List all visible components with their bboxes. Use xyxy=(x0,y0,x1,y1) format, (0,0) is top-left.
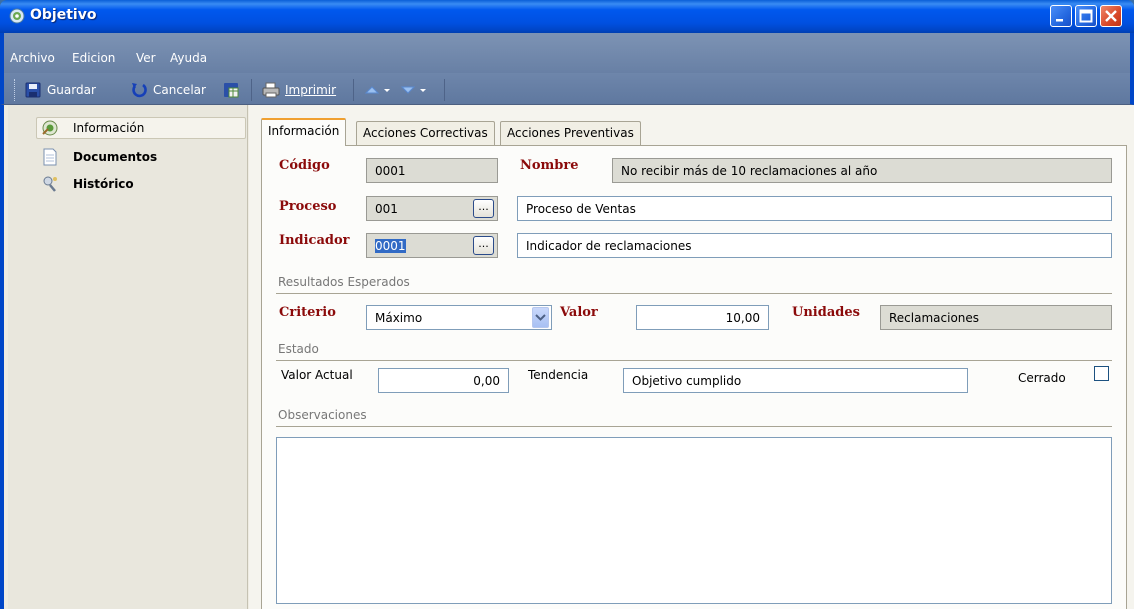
indicador-lookup-button[interactable]: ... xyxy=(473,236,494,255)
maximize-button[interactable] xyxy=(1075,5,1097,27)
tab-acciones-correctivas[interactable]: Acciones Correctivas xyxy=(356,121,495,145)
resultados-section-title: Resultados Esperados xyxy=(278,275,410,289)
navigate-up-button[interactable] xyxy=(364,80,394,100)
nombre-field[interactable]: No recibir más de 10 reclamaciones al añ… xyxy=(612,158,1112,183)
undo-icon xyxy=(132,83,147,98)
printer-icon xyxy=(262,82,280,98)
save-table-icon xyxy=(224,83,239,98)
info-icon xyxy=(42,120,58,136)
section-divider xyxy=(276,426,1112,427)
menu-edicion[interactable]: Edicion xyxy=(72,51,115,65)
criterio-label: Criterio xyxy=(279,305,336,320)
menu-ver[interactable]: Ver xyxy=(136,51,156,65)
indicador-name-field[interactable]: Indicador de reclamaciones xyxy=(517,233,1112,258)
save-icon xyxy=(25,82,41,98)
close-icon xyxy=(1105,10,1117,22)
document-icon xyxy=(43,148,57,166)
sidebar-item-label: Información xyxy=(73,121,145,135)
toolbar-separator xyxy=(251,79,252,101)
criterio-dropdown-button[interactable] xyxy=(532,307,549,328)
codigo-label: Código xyxy=(279,158,330,173)
menu-archivo[interactable]: Archivo xyxy=(10,51,55,65)
proceso-label: Proceso xyxy=(279,199,337,214)
client-area: Información Documentos Histórico Informa… xyxy=(0,105,1134,609)
selected-text: 0001 xyxy=(375,239,406,253)
sidebar: Información Documentos Histórico xyxy=(8,105,248,609)
tab-panel-informacion: Código 0001 Nombre No recibir más de 10 … xyxy=(261,145,1127,609)
cerrado-checkbox[interactable] xyxy=(1094,366,1109,381)
minimize-icon xyxy=(1056,19,1063,22)
observaciones-textarea[interactable] xyxy=(276,437,1112,604)
valor-label: Valor xyxy=(560,305,598,320)
maximize-icon xyxy=(1079,9,1093,23)
sidebar-item-label: Documentos xyxy=(73,150,158,164)
toolbar-grip[interactable] xyxy=(14,79,17,101)
sidebar-item-documentos[interactable]: Documentos xyxy=(41,146,157,168)
tendencia-field[interactable]: Objetivo cumplido xyxy=(623,368,968,393)
cancel-label: Cancelar xyxy=(153,83,206,97)
nombre-label: Nombre xyxy=(520,158,579,173)
valor-field[interactable]: 10,00 xyxy=(636,305,769,330)
unidades-field[interactable]: Reclamaciones xyxy=(880,305,1112,330)
title-bar[interactable]: Objetivo xyxy=(0,0,1134,33)
chevron-down-icon xyxy=(535,314,546,321)
save-label: Guardar xyxy=(47,83,96,97)
proceso-name-field[interactable]: Proceso de Ventas xyxy=(517,196,1112,221)
tendencia-label: Tendencia xyxy=(528,368,589,382)
sidebar-item-informacion[interactable]: Información xyxy=(36,117,246,139)
cancel-button[interactable]: Cancelar xyxy=(130,80,206,100)
window-title: Objetivo xyxy=(30,7,97,23)
unidades-label: Unidades xyxy=(792,305,860,320)
section-divider xyxy=(276,293,1112,294)
indicador-label: Indicador xyxy=(279,233,350,248)
valor-actual-label: Valor Actual xyxy=(281,368,353,382)
tab-informacion[interactable]: Información xyxy=(261,118,347,146)
print-button[interactable]: Imprimir xyxy=(262,80,336,100)
save-as-button[interactable] xyxy=(222,80,245,100)
save-button[interactable]: Guardar xyxy=(24,80,96,100)
criterio-select[interactable]: Máximo xyxy=(366,305,552,330)
toolbar-separator xyxy=(444,79,445,101)
minimize-button[interactable] xyxy=(1050,5,1072,27)
cerrado-label: Cerrado xyxy=(1018,371,1066,385)
toolbar-separator xyxy=(353,79,354,101)
sidebar-item-historico[interactable]: Histórico xyxy=(41,173,134,195)
toolbar: Guardar Cancelar Imprimir xyxy=(0,73,1134,105)
proceso-lookup-button[interactable]: ... xyxy=(473,199,494,218)
observaciones-section-title: Observaciones xyxy=(278,408,367,422)
menu-bar: Archivo Edicion Ver Ayuda xyxy=(0,33,1134,73)
sidebar-item-label: Histórico xyxy=(73,177,134,191)
tab-acciones-preventivas[interactable]: Acciones Preventivas xyxy=(500,121,641,145)
main-area: Información Acciones Correctivas Accione… xyxy=(249,105,1134,609)
estado-section-title: Estado xyxy=(278,342,319,356)
navigate-down-button[interactable] xyxy=(400,80,430,100)
section-divider xyxy=(276,360,1112,361)
close-button[interactable] xyxy=(1100,5,1122,27)
codigo-field[interactable]: 0001 xyxy=(366,158,498,183)
print-label: Imprimir xyxy=(285,83,337,97)
history-icon xyxy=(43,176,57,192)
app-icon xyxy=(9,8,25,24)
menu-ayuda[interactable]: Ayuda xyxy=(170,51,207,65)
valor-actual-field[interactable]: 0,00 xyxy=(378,368,509,393)
arrow-down-dropdown-icon xyxy=(400,86,426,94)
arrow-up-dropdown-icon xyxy=(364,86,390,94)
